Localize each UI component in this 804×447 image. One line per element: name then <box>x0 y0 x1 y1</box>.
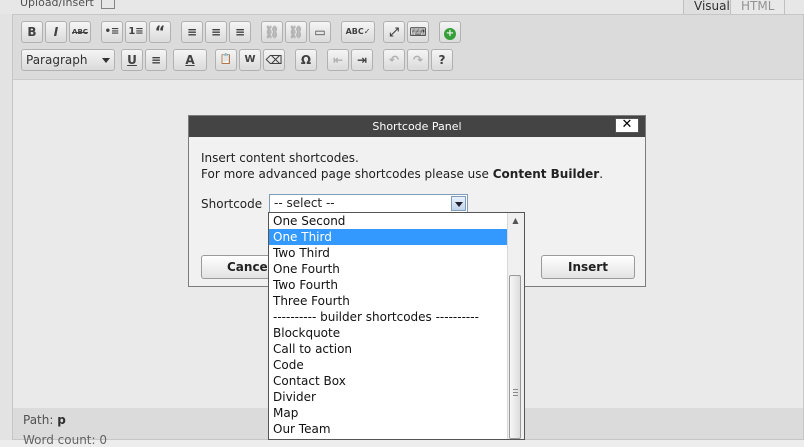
shortcode-label: Shortcode <box>201 197 263 211</box>
scroll-up-arrow-icon[interactable]: ▲ <box>508 213 523 228</box>
dropdown-option[interactable]: Two Third <box>269 245 508 261</box>
dropdown-options: One Second One Third Two Third One Fourth Tw… <box>269 213 524 437</box>
content-builder-text: Content Builder <box>492 167 600 181</box>
dropdown-option[interactable]: One Fourth <box>269 261 508 277</box>
shortcode-select-value: -- select -- <box>274 196 335 210</box>
dropdown-option[interactable]: Code <box>269 357 508 373</box>
dropdown-option[interactable]: Divider <box>269 389 508 405</box>
dropdown-option[interactable]: One Third <box>269 229 508 245</box>
dialog-intro-text: Insert content shortcodes. <box>201 151 359 165</box>
dropdown-option[interactable]: Three Fourth <box>269 293 508 309</box>
builder-text-prefix: For more advanced page shortcodes please… <box>201 167 493 181</box>
builder-text-suffix: . <box>599 167 604 181</box>
dropdown-option[interactable]: One Second <box>269 213 508 229</box>
chevron-down-icon[interactable] <box>451 196 466 211</box>
dropdown-scrollbar[interactable]: ▲ <box>507 213 524 439</box>
dialog-title: Shortcode Panel ✕ <box>189 116 645 137</box>
shortcode-dropdown-list: One Second One Third Two Third One Fourth Tw… <box>268 212 525 440</box>
scrollbar-grip <box>513 389 518 390</box>
dialog-builder-text: For more advanced page shortcodes please… <box>201 167 603 181</box>
close-icon[interactable]: ✕ <box>615 118 639 133</box>
dropdown-option[interactable]: Blockquote <box>269 325 508 341</box>
scrollbar-grip <box>513 395 518 396</box>
shortcode-select[interactable]: -- select -- <box>269 194 468 213</box>
dialog-title-text: Shortcode Panel <box>372 120 462 133</box>
scrollbar-thumb[interactable] <box>509 275 521 439</box>
dropdown-option[interactable]: Two Fourth <box>269 277 508 293</box>
dropdown-option[interactable]: Call to action <box>269 341 508 357</box>
dropdown-option[interactable]: ---------- builder shortcodes ---------- <box>269 309 508 325</box>
dropdown-option[interactable]: Contact Box <box>269 373 508 389</box>
scrollbar-grip <box>513 392 518 393</box>
dropdown-option[interactable]: Map <box>269 405 508 421</box>
insert-button[interactable]: Insert <box>541 255 635 279</box>
dropdown-option[interactable]: Our Team <box>269 421 508 437</box>
